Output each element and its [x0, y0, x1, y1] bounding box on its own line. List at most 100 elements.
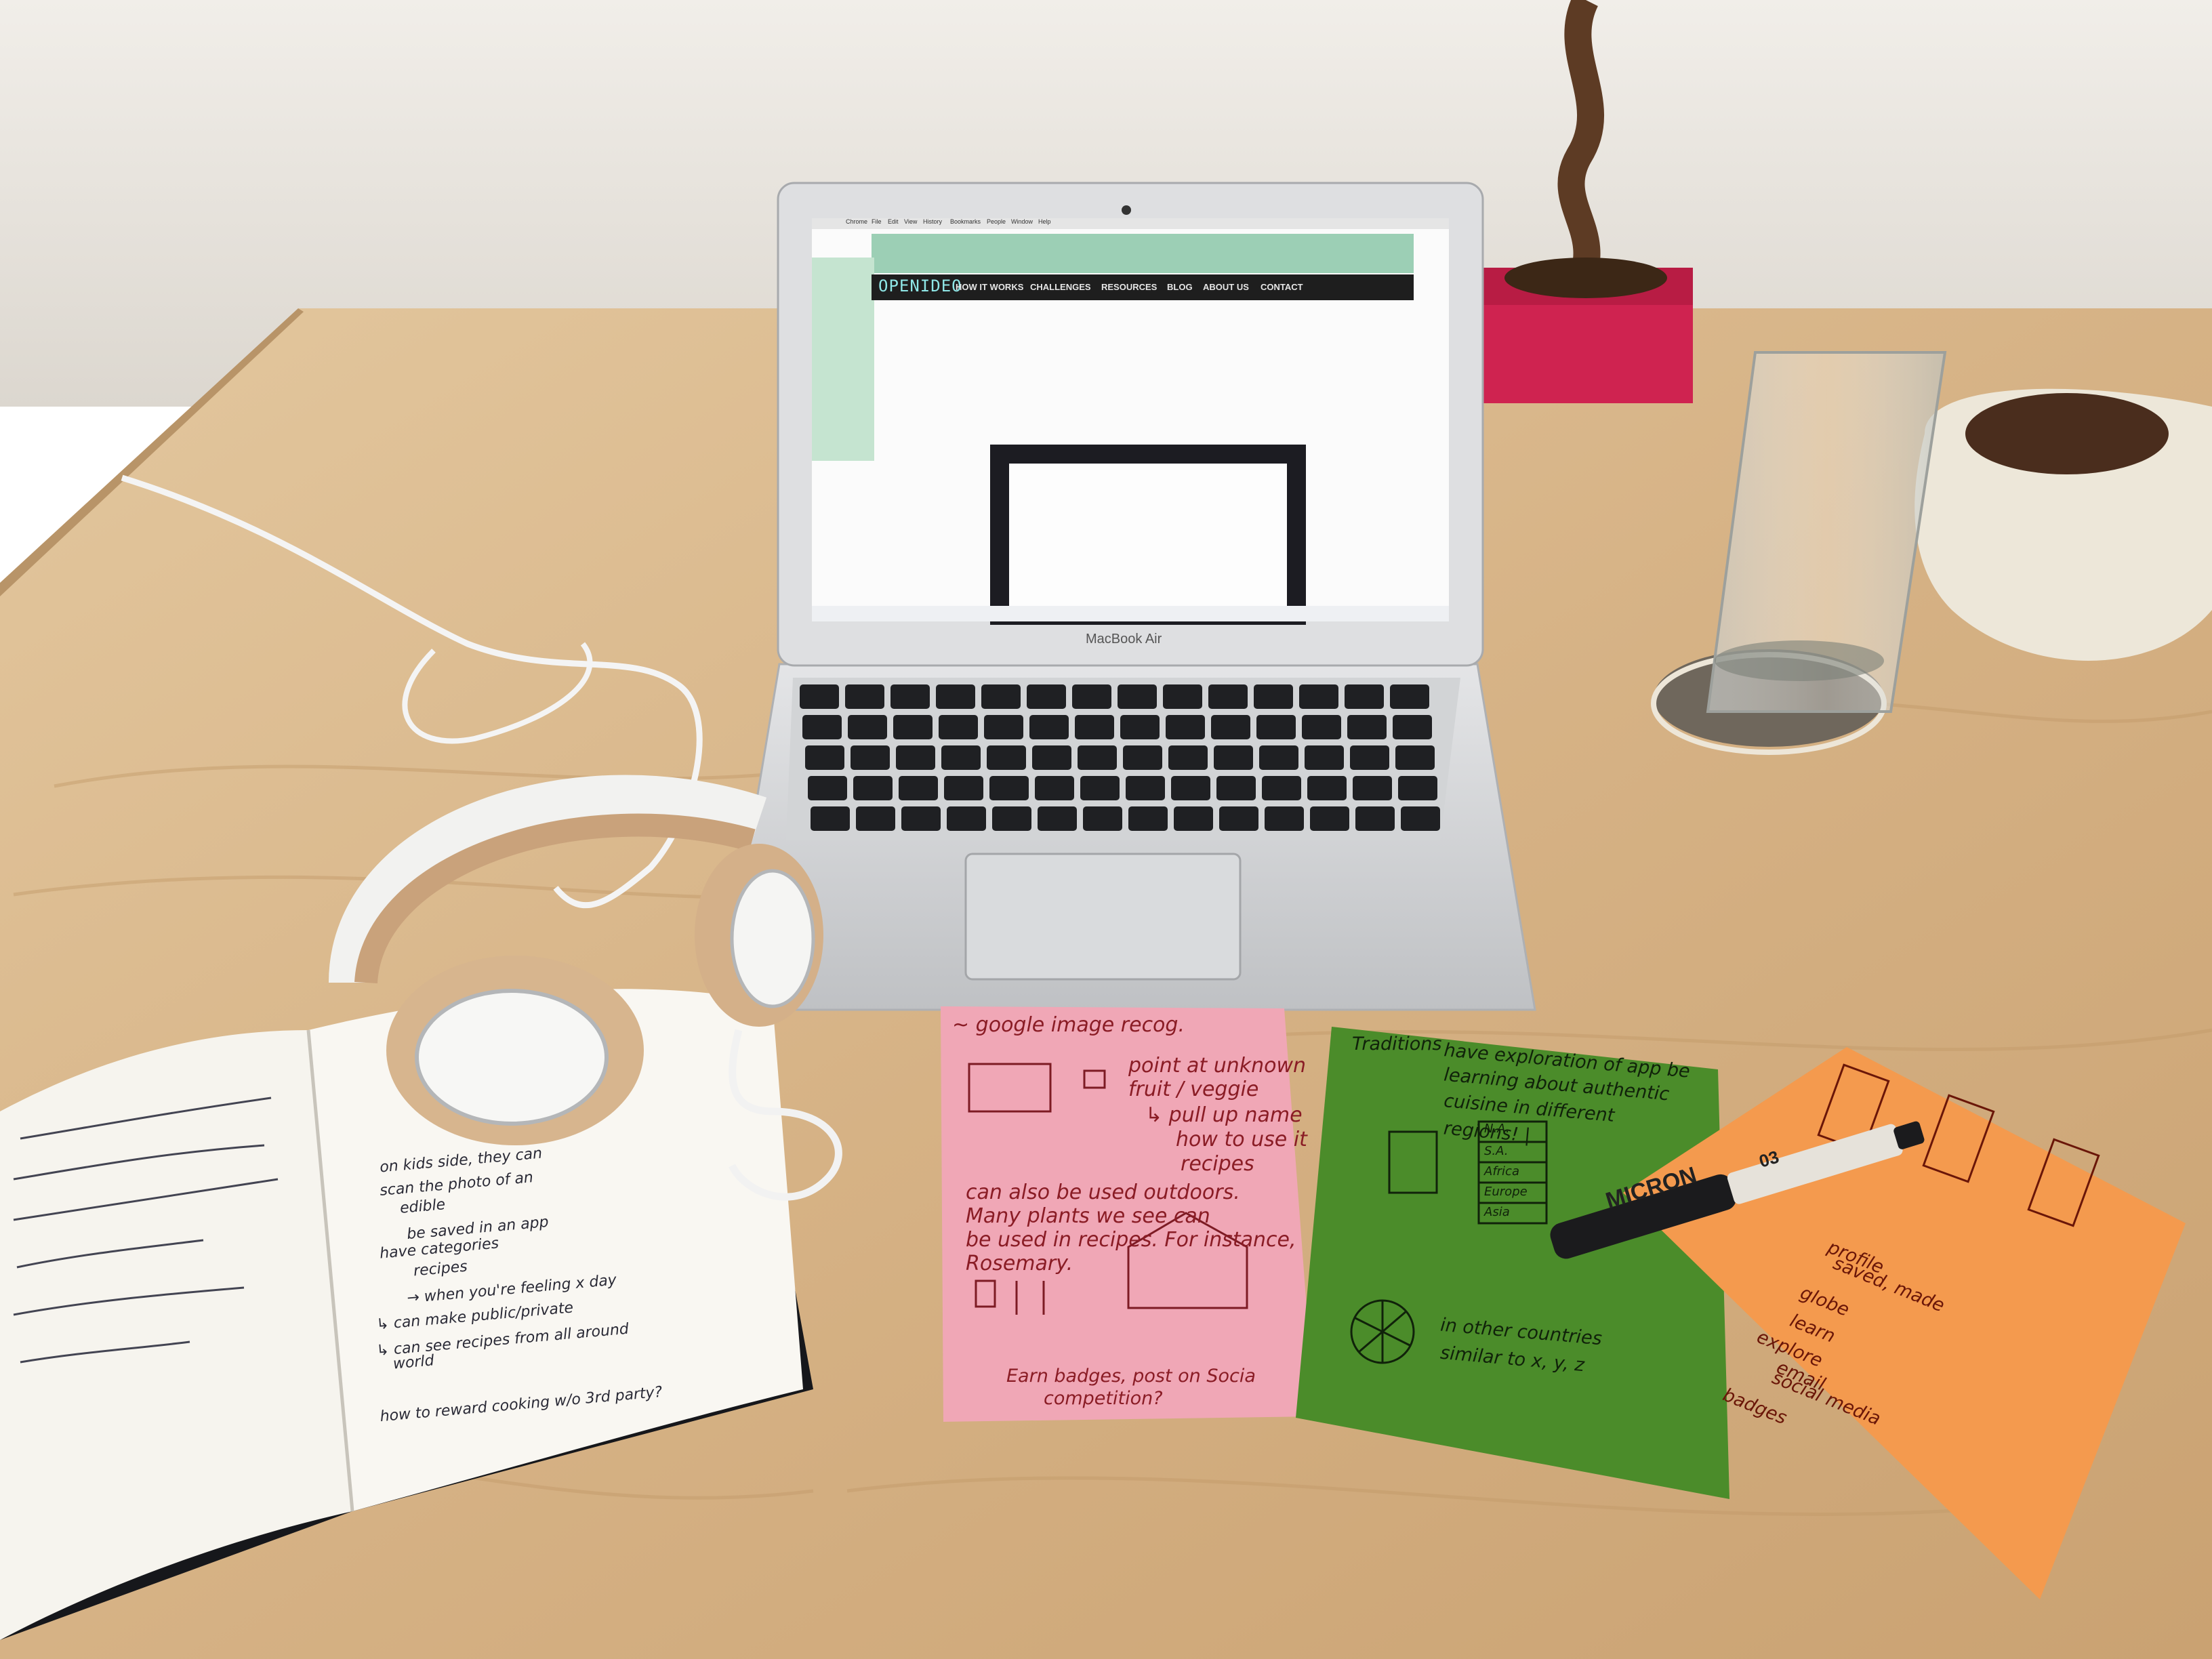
keyboard-key [1038, 806, 1077, 831]
keyboard-key [1171, 776, 1210, 800]
keyboard-key [1080, 776, 1120, 800]
keyboard-key [1208, 684, 1248, 709]
menu-bookmarks[interactable]: Bookmarks [950, 218, 981, 225]
keyboard-key [984, 715, 1023, 739]
screen-banner [872, 234, 1414, 273]
keyboard-key [1395, 745, 1435, 770]
keyboard-key [981, 684, 1021, 709]
keyboard-key [1072, 684, 1111, 709]
keyboard-key [899, 776, 938, 800]
pink-note-line: fruit / veggie [1128, 1078, 1259, 1101]
keyboard-key [1265, 806, 1304, 831]
notebook-line: world [392, 1352, 435, 1373]
keyboard-key [845, 684, 884, 709]
keyboard-key [1256, 715, 1296, 739]
plant-stem [1557, 0, 1604, 291]
pink-note-line: Earn badges, post on Socia [1006, 1366, 1256, 1387]
keyboard-key [853, 776, 893, 800]
keyboard-key [941, 745, 981, 770]
pink-note-line: how to use it [1176, 1128, 1307, 1151]
nav-how-it-works[interactable]: HOW IT WORKS [956, 282, 1023, 292]
keyboard-key [947, 806, 986, 831]
keyboard-key [1118, 684, 1157, 709]
nav-blog[interactable]: BLOG [1167, 282, 1193, 292]
keyboard-key [1211, 715, 1250, 739]
menu-file[interactable]: File [872, 218, 882, 225]
keyboard-key [1401, 806, 1440, 831]
green-note-region: Asia [1484, 1205, 1510, 1219]
pink-note-line: can also be used outdoors. [966, 1181, 1240, 1204]
menu-people[interactable]: People [987, 218, 1006, 225]
laptop-brand-label: MacBook Air [1086, 632, 1162, 647]
keyboard-key [1307, 776, 1347, 800]
keyboard-key [1347, 715, 1387, 739]
keyboard-key [1262, 776, 1301, 800]
menu-edit[interactable]: Edit [888, 218, 899, 225]
keyboard-key [802, 715, 842, 739]
keyboard-key [893, 715, 933, 739]
keyboard-key [851, 745, 890, 770]
pink-note-line: Many plants we see can [966, 1204, 1210, 1228]
pink-note-line: ~ google image recog. [952, 1013, 1185, 1037]
keyboard-key [1168, 745, 1208, 770]
keyboard-key [1214, 745, 1253, 770]
keyboard-key [1310, 806, 1349, 831]
green-note-region: N.A. [1484, 1122, 1510, 1136]
keyboard-key [1035, 776, 1074, 800]
right-earcup-shell [730, 869, 815, 1008]
menu-help[interactable]: Help [1038, 218, 1051, 225]
keyboard-key [1078, 745, 1117, 770]
keyboard-key [901, 806, 941, 831]
site-logo[interactable]: OPENIDEO [878, 276, 962, 295]
keyboard-key [808, 776, 847, 800]
keyboard-key [1166, 715, 1205, 739]
pink-note-line: point at unknown [1128, 1054, 1307, 1078]
keyboard-key [848, 715, 887, 739]
keyboard-key [1345, 684, 1384, 709]
nav-contact[interactable]: CONTACT [1261, 282, 1303, 292]
keyboard-key [1216, 776, 1256, 800]
nav-about-us[interactable]: ABOUT US [1203, 282, 1249, 292]
menu-history[interactable]: History [923, 218, 942, 225]
green-note-region: Africa [1484, 1164, 1519, 1179]
keyboard-key [1128, 806, 1168, 831]
keyboard-key [944, 776, 983, 800]
nav-resources[interactable]: RESOURCES [1101, 282, 1157, 292]
keyboard-key [1353, 776, 1392, 800]
nav-challenges[interactable]: CHALLENGES [1030, 282, 1091, 292]
keyboard-key [1120, 715, 1160, 739]
keyboard-key [1163, 684, 1202, 709]
keyboard-key [1254, 684, 1293, 709]
keyboard-key [987, 745, 1026, 770]
pink-note-line: Rosemary. [966, 1252, 1073, 1275]
coconut-opening [1965, 393, 2169, 474]
menu-window[interactable]: Window [1011, 218, 1033, 225]
keyboard-key [1126, 776, 1165, 800]
keyboard-key [1299, 684, 1338, 709]
pink-note-line: be used in recipes. For instance, [966, 1228, 1296, 1252]
keyboard-key [1029, 715, 1069, 739]
trackpad [964, 853, 1242, 981]
keyboard-key [1398, 776, 1437, 800]
glass-bottom [1715, 640, 1884, 681]
keyboard-key [1032, 745, 1071, 770]
screen-bottom-bar [812, 606, 1449, 621]
browser-sidebar-art [812, 258, 874, 461]
keyboard-key [1259, 745, 1298, 770]
green-note-line: Traditions [1352, 1033, 1442, 1054]
menu-view[interactable]: View [904, 218, 917, 225]
keyboard-key [1350, 745, 1389, 770]
pink-note-line: competition? [1044, 1388, 1163, 1409]
pink-note-line: recipes [1181, 1152, 1254, 1176]
menu-chrome[interactable]: Chrome [846, 218, 867, 225]
green-note-region: Europe [1484, 1185, 1528, 1199]
keyboard-key [1355, 806, 1395, 831]
keyboard-key [1219, 806, 1258, 831]
keyboard-key [811, 806, 850, 831]
soil [1504, 258, 1667, 298]
keyboard-key [1390, 684, 1429, 709]
keyboard-key [989, 776, 1029, 800]
keyboard-key [1302, 715, 1341, 739]
keyboard-key [1075, 715, 1114, 739]
keyboard-key [1123, 745, 1162, 770]
